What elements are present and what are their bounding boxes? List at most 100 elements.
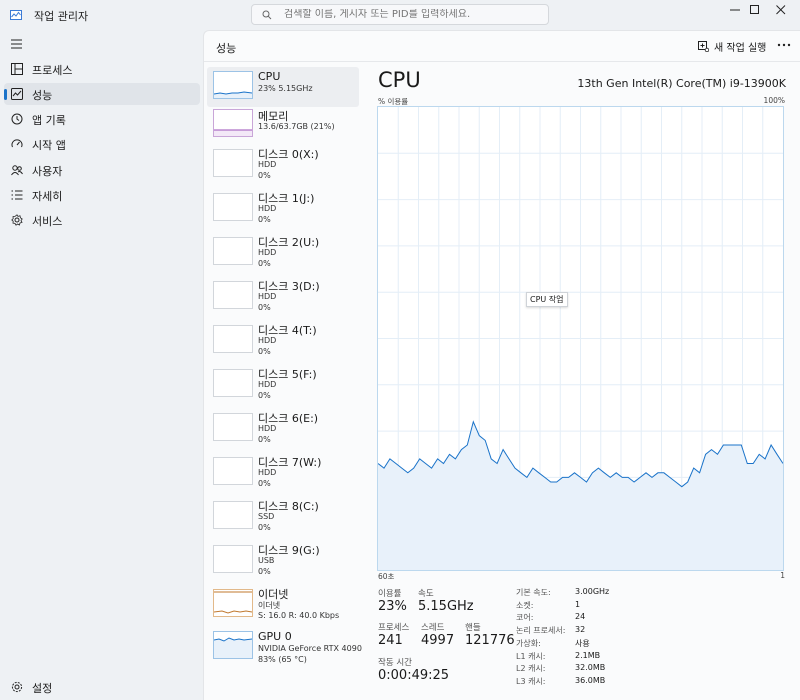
device-name: CPU: [258, 70, 281, 83]
device-thumbnail: [213, 149, 253, 177]
window-title: 작업 관리자: [34, 10, 89, 23]
device-thumbnail: [213, 589, 253, 617]
device-detail-2: 0%: [258, 391, 271, 400]
util-label: 이용률: [378, 589, 402, 599]
device-detail-2: 0%: [258, 523, 271, 532]
sidebar-item-details[interactable]: 자세히: [4, 184, 200, 206]
spec-value: 32.0MB: [575, 663, 606, 673]
device-detail: HDD: [258, 292, 277, 301]
uptime-value: 0:00:49:25: [378, 668, 450, 683]
spec-label: 코어:: [516, 613, 534, 623]
util-value: 23%: [378, 599, 407, 614]
device-name: GPU 0: [258, 630, 292, 643]
sidebar-item-processes[interactable]: 프로세스: [4, 58, 200, 80]
spec-value: 사용: [575, 638, 590, 648]
handle-value: 121776: [465, 633, 515, 648]
device-item-disk[interactable]: 디스크 0(X:) HDD 0%: [207, 143, 359, 183]
device-thumbnail: [213, 71, 253, 99]
thread-value: 4997: [421, 633, 455, 648]
device-item-disk[interactable]: 디스크 4(T:) HDD 0%: [207, 319, 359, 359]
spec-label: 논리 프로세서:: [516, 626, 566, 636]
sidebar-item-label: 프로세스: [32, 64, 73, 77]
sidebar-item-label: 시작 앱: [32, 139, 66, 152]
spec-label: L2 캐시:: [516, 664, 546, 674]
details-icon: [11, 190, 23, 200]
sidebar-item-performance[interactable]: 성능: [4, 83, 200, 105]
page-title: 성능: [216, 42, 237, 55]
device-thumbnail: [213, 631, 253, 659]
handle-label: 핸들: [465, 623, 481, 633]
device-item-disk[interactable]: 디스크 2(U:) HDD 0%: [207, 231, 359, 271]
hamburger-menu-icon[interactable]: [11, 39, 23, 49]
spec-value: 24: [575, 612, 586, 622]
device-item-mem[interactable]: 메모리 13.6/63.7GB (21%): [207, 105, 359, 145]
device-detail-2: S: 16.0 R: 40.0 Kbps: [258, 611, 340, 620]
device-thumbnail: [213, 193, 253, 221]
cpu-usage-graph[interactable]: CPU 작업: [377, 106, 784, 571]
device-detail-2: 83% (65 °C): [258, 655, 307, 664]
cpu-model: 13th Gen Intel(R) Core(TM) i9-13900K: [577, 77, 786, 90]
cpu-graph-svg: [377, 107, 784, 570]
device-item-disk[interactable]: 디스크 6(E:) HDD 0%: [207, 407, 359, 447]
device-item-disk[interactable]: 디스크 9(G:) USB 0%: [207, 539, 359, 579]
device-item-net[interactable]: 이더넷 이더넷 S: 16.0 R: 40.0 Kbps: [207, 583, 359, 623]
device-detail: HDD: [258, 160, 277, 169]
sidebar-item-settings[interactable]: 설정: [4, 676, 200, 698]
main-panel: 성능 새 작업 실행 CPU 23% 5.15GHz 메모리 13.6/63.7GB …: [203, 30, 800, 700]
device-detail: 23% 5.15GHz: [258, 84, 313, 93]
close-button[interactable]: [762, 0, 800, 20]
device-item-gpu[interactable]: GPU 0 NVIDIA GeForce RTX 4090 83% (65 °C): [207, 627, 362, 667]
device-item-disk[interactable]: 디스크 5(F:) HDD 0%: [207, 363, 359, 403]
spec-label: L1 캐시:: [516, 651, 546, 661]
spec-value: 1: [575, 599, 581, 609]
settings-gear-icon: [11, 681, 23, 693]
device-detail: SSD: [258, 512, 275, 521]
device-thumbnail: [213, 325, 253, 353]
thread-label: 스레드: [421, 623, 445, 633]
device-detail: HDD: [258, 468, 277, 477]
device-item-disk[interactable]: 디스크 8(C:) SSD 0%: [207, 495, 359, 535]
services-icon: [11, 214, 23, 226]
run-new-task-button[interactable]: 새 작업 실행: [698, 37, 766, 55]
active-indicator: [4, 89, 7, 100]
spec-label: 가상화:: [516, 638, 541, 648]
more-options-icon[interactable]: [776, 37, 792, 53]
cpu-title: CPU: [378, 68, 421, 92]
users-icon: [11, 165, 23, 176]
device-detail: HDD: [258, 424, 277, 433]
graph-tooltip: CPU 작업: [526, 292, 568, 307]
device-item-disk[interactable]: 디스크 7(W:) HDD 0%: [207, 451, 359, 491]
search-input[interactable]: [284, 9, 534, 20]
device-detail: HDD: [258, 204, 277, 213]
sidebar-item-services[interactable]: 서비스: [4, 209, 200, 231]
device-detail: HDD: [258, 380, 277, 389]
device-item-disk[interactable]: 디스크 1(J:) HDD 0%: [207, 187, 359, 227]
device-item-disk[interactable]: 디스크 3(D:) HDD 0%: [207, 275, 359, 315]
device-thumbnail: [213, 237, 253, 265]
device-detail: HDD: [258, 248, 277, 257]
device-detail-2: 0%: [258, 435, 271, 444]
device-thumbnail: [213, 369, 253, 397]
spec-label: 기본 속도:: [516, 588, 551, 597]
speed-label: 속도: [418, 589, 434, 599]
spec-label: L3 캐시:: [516, 676, 546, 686]
device-thumbnail: [213, 281, 253, 309]
device-list: CPU 23% 5.15GHz 메모리 13.6/63.7GB (21%) 디스크 0(…: [204, 65, 364, 700]
sidebar-item-label: 성능: [32, 89, 53, 102]
device-detail-2: 0%: [258, 479, 271, 488]
new-task-label: 새 작업 실행: [714, 42, 767, 54]
startup-apps-icon: [11, 139, 23, 148]
processes-icon: [11, 63, 23, 75]
sidebar-item-app-history[interactable]: 앱 기록: [4, 108, 200, 130]
graph-axis-left: 60초: [378, 572, 395, 581]
performance-icon: [11, 88, 23, 100]
search-box[interactable]: [251, 4, 549, 25]
maximize-icon: [750, 5, 759, 14]
process-value: 241: [378, 633, 403, 648]
device-detail: NVIDIA GeForce RTX 4090: [258, 644, 362, 653]
device-item-cpu[interactable]: CPU 23% 5.15GHz: [207, 67, 359, 107]
device-detail-2: 0%: [258, 303, 271, 312]
sidebar-item-startup-apps[interactable]: 시작 앱: [4, 133, 200, 155]
spec-value: 32: [575, 625, 586, 635]
sidebar-item-users[interactable]: 사용자: [4, 159, 200, 181]
